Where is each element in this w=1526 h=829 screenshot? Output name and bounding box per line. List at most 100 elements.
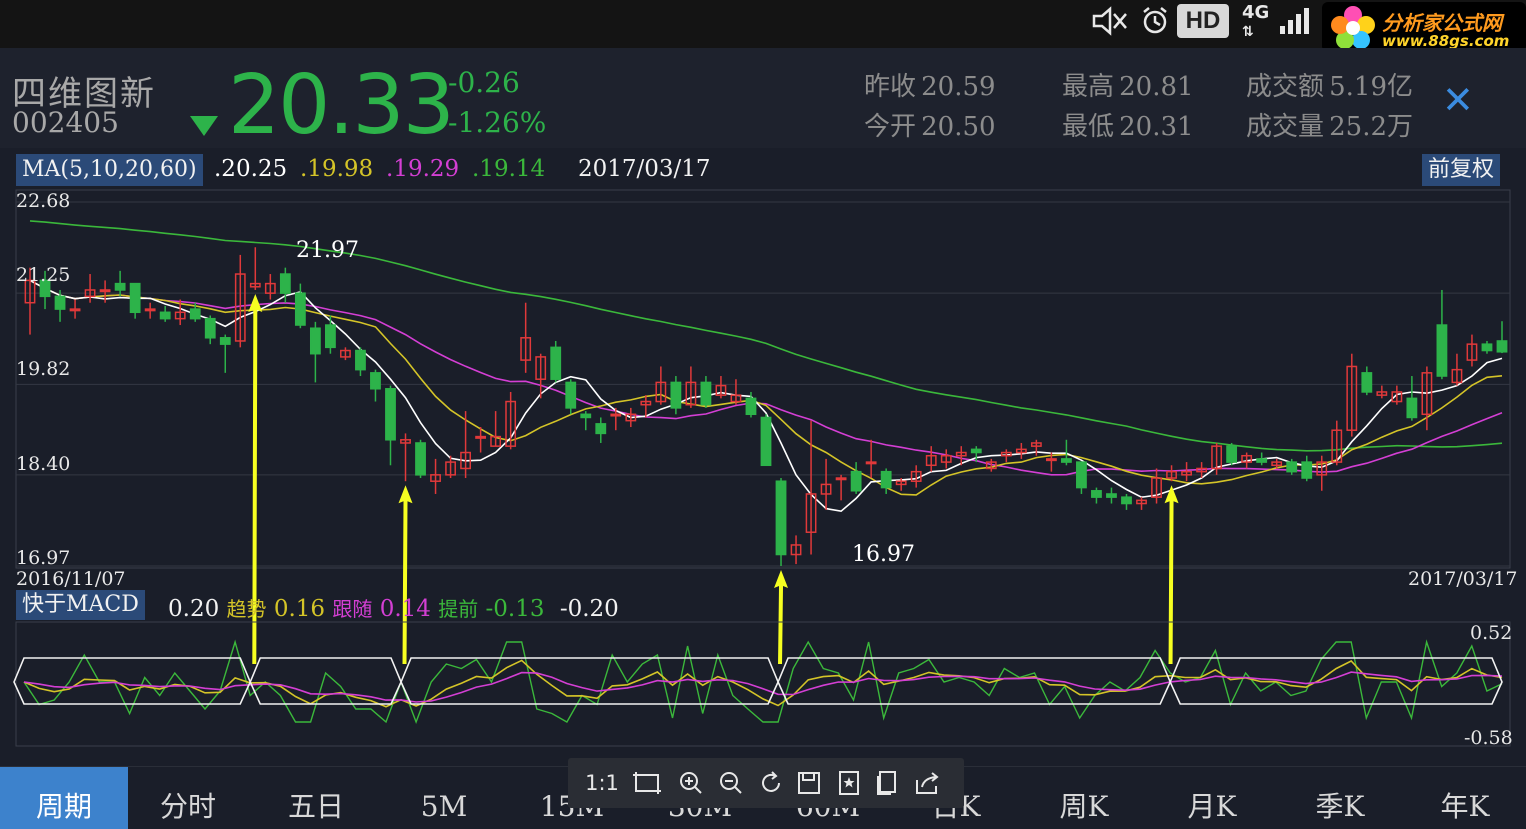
- y-tick-label: 19.82: [16, 358, 71, 380]
- down-arrow-icon: [190, 116, 218, 136]
- candle-body: [99, 289, 111, 293]
- stat-turnover: 成交额 5.19亿: [1246, 72, 1414, 102]
- y-tick-label: 21.25: [16, 264, 71, 286]
- ma20-value: .19.29: [386, 156, 460, 182]
- candle-body: [1076, 461, 1087, 489]
- ma-indicator-label[interactable]: MA(5,10,20,60): [16, 154, 203, 186]
- candle-body: [69, 308, 81, 312]
- candle-body: [415, 442, 426, 476]
- candle-body: [129, 282, 141, 314]
- zoom-out-icon[interactable]: [714, 766, 748, 800]
- candle-body: [745, 397, 757, 416]
- ma60-value: .19.14: [472, 156, 546, 182]
- x-start-date: 2016/11/07: [16, 568, 126, 590]
- tab-yearly[interactable]: 年K: [1404, 767, 1526, 829]
- lead-label: 提前: [438, 597, 479, 621]
- rotate-icon[interactable]: [754, 766, 788, 800]
- candle-body: [880, 470, 892, 489]
- candle-body: [580, 413, 592, 419]
- signal-value: -0.20: [559, 596, 619, 622]
- macd-y-min: -0.58: [1464, 727, 1513, 749]
- candle-body: [355, 349, 366, 371]
- candle-body: [850, 470, 862, 492]
- tab-five-day[interactable]: 五日: [252, 767, 380, 829]
- candle-body: [865, 461, 877, 465]
- candle-body: [279, 273, 291, 294]
- candle-body: [144, 308, 156, 312]
- candle-body: [309, 327, 321, 355]
- adjust-button[interactable]: 前复权: [1422, 154, 1501, 186]
- candle-body: [475, 435, 487, 439]
- y-tick-label: 18.40: [16, 453, 71, 475]
- candle-body: [159, 311, 171, 320]
- high-price-label: 21.97: [296, 238, 359, 263]
- candle-body: [114, 282, 126, 291]
- trend-label: 趋势: [226, 597, 267, 621]
- ma5-line: [29, 279, 1503, 513]
- candle-body: [835, 477, 847, 481]
- candle-body: [1286, 461, 1298, 473]
- y-tick-label: 16.97: [16, 547, 71, 569]
- copy-icon[interactable]: [870, 766, 904, 800]
- candle-body: [700, 381, 712, 406]
- tab-quarterly[interactable]: 季K: [1276, 767, 1404, 829]
- stat-prev-close: 昨收 20.59: [864, 72, 996, 102]
- macd-legend: 0.20 趋势 0.16 跟随 0.14 提前 -0.13 -0.20: [168, 593, 619, 622]
- stock-code: 002405: [12, 106, 119, 139]
- candle-body: [610, 413, 622, 417]
- candle-body: [775, 480, 787, 556]
- candlestick-chart[interactable]: [0, 186, 1526, 664]
- candle-body: [219, 337, 231, 345]
- zoom-in-icon[interactable]: [674, 766, 708, 800]
- candle-body: [1045, 458, 1057, 462]
- candle-body: [1091, 490, 1102, 498]
- stat-low: 最低 20.31: [1062, 112, 1194, 142]
- candle-body: [204, 317, 216, 339]
- candle-body: [54, 295, 66, 310]
- actual-size-button[interactable]: 1:1: [582, 766, 622, 800]
- lead-value: -0.13: [485, 596, 545, 622]
- macd-indicator-label[interactable]: 快于MACD: [16, 590, 145, 620]
- current-price: 20.33: [228, 58, 455, 153]
- tab-intraday[interactable]: 分时: [124, 767, 252, 829]
- crop-icon[interactable]: [630, 766, 664, 800]
- candle-body: [1361, 372, 1373, 393]
- trend-value: 0.16: [273, 596, 326, 622]
- candle-body: [1106, 493, 1117, 498]
- candle-body: [970, 448, 982, 454]
- hd-icon: HD: [1177, 4, 1229, 38]
- tab-weekly[interactable]: 周K: [1020, 767, 1148, 829]
- share-icon[interactable]: [910, 766, 944, 800]
- candle-body: [1301, 461, 1313, 479]
- image-toolbar: 1:1: [568, 758, 964, 808]
- tab-5m[interactable]: 5M: [380, 767, 508, 829]
- candle-body: [189, 308, 201, 320]
- trend-line: [23, 659, 1503, 708]
- candle-body: [370, 372, 381, 390]
- bookmark-icon[interactable]: [832, 766, 866, 800]
- tab-period[interactable]: 周期: [0, 767, 128, 829]
- stat-volume: 成交量 25.2万: [1246, 112, 1414, 142]
- x-end-date: 2017/03/17: [1408, 568, 1518, 590]
- follow-label: 跟随: [332, 597, 373, 621]
- save-icon[interactable]: [792, 766, 826, 800]
- stat-open: 今开 20.50: [864, 112, 996, 142]
- candle-body: [1496, 340, 1508, 353]
- candle-body: [1436, 324, 1448, 377]
- chart-frame: [15, 189, 1511, 569]
- candle-body: [1226, 445, 1238, 463]
- y-tick-label: 22.68: [16, 190, 71, 212]
- tab-monthly[interactable]: 月K: [1148, 767, 1276, 829]
- network-label: 4G: [1242, 2, 1270, 23]
- candle-body: [1256, 458, 1268, 463]
- candle-body: [294, 292, 306, 326]
- candle-body: [1121, 496, 1132, 505]
- price-change-pct: -1.26%: [448, 106, 547, 139]
- ma10-value: .19.98: [300, 156, 374, 182]
- close-icon[interactable]: ✕: [1442, 78, 1474, 122]
- alarm-icon: [1143, 7, 1167, 34]
- ma5-value: .20.25: [214, 156, 288, 182]
- macd-chart[interactable]: [0, 620, 1526, 750]
- candle-body: [385, 388, 396, 441]
- candle-body: [670, 381, 682, 409]
